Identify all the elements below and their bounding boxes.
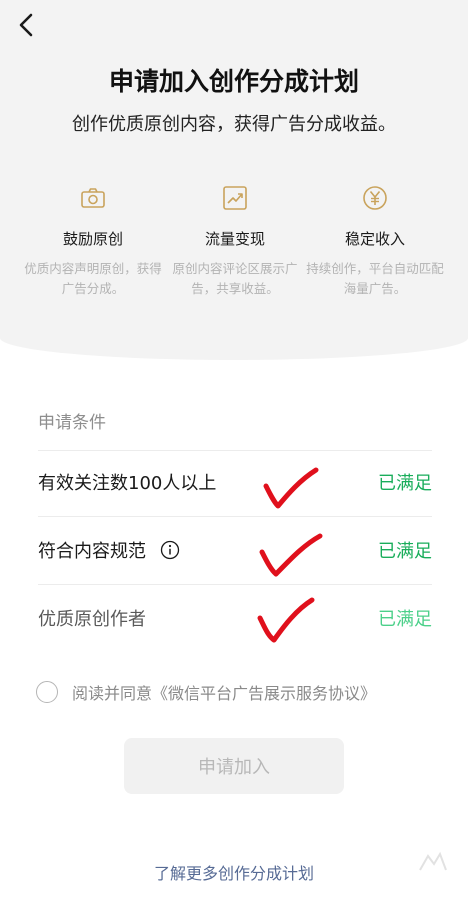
feature-title: 鼓励原创 (62, 230, 123, 248)
condition-status: 已满足 (378, 609, 432, 630)
feature-desc: 持续创作，平台自动匹配海量广告。 (306, 261, 444, 296)
feature-desc: 优质内容声明原创，获得广告分成。 (24, 261, 162, 296)
condition-row-content-rules: 符合内容规范 已满足 (38, 530, 432, 570)
condition-label: 有效关注数100人以上 (38, 473, 217, 494)
condition-row-followers: 有效关注数100人以上 已满足 (38, 462, 432, 502)
handwritten-check-icon (257, 597, 315, 643)
feature-encourage-original: 鼓励原创 优质内容声明原创，获得广告分成。 (18, 184, 168, 299)
handwritten-check-icon (263, 467, 319, 509)
page-subtitle: 创作优质原创内容，获得广告分成收益。 (72, 114, 396, 135)
conditions-header: 申请条件 (38, 413, 106, 433)
condition-label: 符合内容规范 (38, 541, 146, 562)
feature-title: 流量变现 (204, 230, 265, 248)
feature-traffic-monetize: 流量变现 原创内容评论区展示广告，共享收益。 (160, 184, 310, 299)
trend-chart-icon (223, 186, 247, 210)
divider (38, 450, 432, 451)
page-title: 申请加入创作分成计划 (108, 67, 359, 96)
condition-row-original-author: 优质原创作者 已满足 (38, 598, 432, 638)
condition-status: 已满足 (378, 473, 432, 494)
feature-title: 稳定收入 (344, 230, 405, 248)
info-icon[interactable] (160, 540, 180, 560)
handwritten-check-icon (259, 533, 323, 577)
watermark-logo-icon (419, 851, 447, 871)
divider (38, 516, 432, 517)
agreement-row[interactable]: 阅读并同意《微信平台广告展示服务协议》 (36, 680, 376, 704)
chevron-left-icon (19, 13, 33, 37)
back-button[interactable] (12, 10, 40, 40)
agreement-radio[interactable] (36, 681, 58, 703)
feature-desc: 原创内容评论区展示广告，共享收益。 (172, 261, 298, 296)
agreement-text[interactable]: 阅读并同意《微信平台广告展示服务协议》 (72, 680, 376, 704)
apply-button[interactable]: 申请加入 (124, 738, 344, 794)
features-row: 鼓励原创 优质内容声明原创，获得广告分成。 流量变现 原创内容评论区展示广告，共… (0, 184, 468, 314)
camera-icon (81, 188, 105, 208)
feature-stable-income: 稳定收入 持续创作，平台自动匹配海量广告。 (300, 184, 450, 299)
learn-more-link[interactable]: 了解更多创作分成计划 (0, 860, 468, 884)
divider (38, 584, 432, 585)
condition-status: 已满足 (378, 541, 432, 562)
yen-icon (363, 186, 387, 210)
condition-label: 优质原创作者 (38, 609, 146, 630)
condition-label-wrap: 符合内容规范 (38, 537, 180, 563)
